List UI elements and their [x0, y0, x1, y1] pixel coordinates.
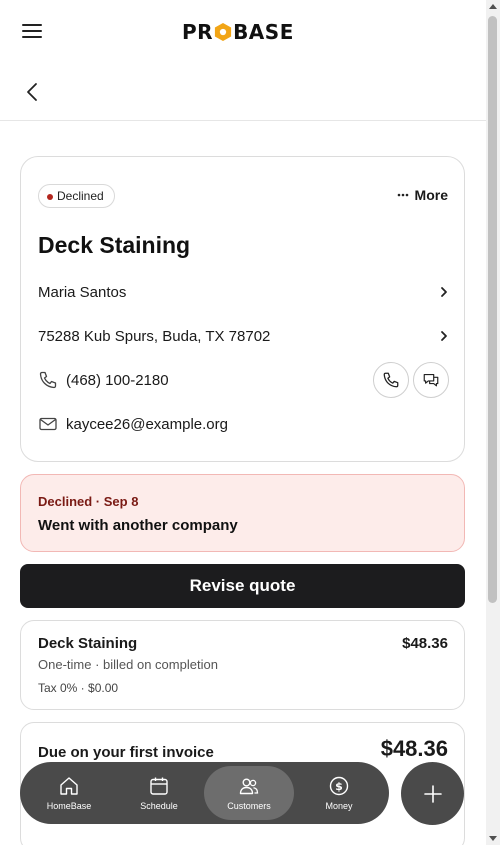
sub-header [0, 64, 486, 121]
nav-item-schedule[interactable]: Schedule [114, 766, 204, 820]
customer-name: Maria Santos [38, 283, 127, 301]
job-address: 75288 Kub Spurs, Buda, TX 78702 [38, 327, 271, 345]
plus-icon [423, 784, 442, 803]
phone-icon [383, 372, 399, 388]
logo-text-right: BASE [233, 20, 294, 44]
declined-notice: Declined · Sep 8 Went with another compa… [20, 474, 465, 552]
top-bar: PR BASE [0, 0, 486, 64]
bottom-nav: HomeBase Schedule Customers $ Money [20, 762, 389, 824]
add-fab-button[interactable] [401, 762, 464, 825]
svg-text:$: $ [335, 780, 343, 793]
users-icon [239, 778, 259, 795]
line-item-card[interactable]: Deck Staining $48.36 One-time · billed o… [20, 620, 465, 710]
menu-icon[interactable] [22, 24, 42, 40]
phone-number: (468) 100-2180 [66, 371, 169, 389]
chevron-right-icon [441, 331, 447, 341]
vertical-scrollbar[interactable] [486, 0, 500, 845]
status-badge: Declined [38, 184, 115, 208]
scroll-thumb[interactable] [488, 16, 497, 603]
nav-label: Customers [227, 801, 271, 811]
line-item-billing: One-time · billed on completion [38, 657, 218, 672]
phone-icon [39, 371, 57, 389]
nav-item-customers[interactable]: Customers [204, 766, 294, 820]
line-item-name: Deck Staining [38, 635, 138, 652]
nav-label: Schedule [140, 801, 178, 811]
job-detail-card: Declined More Deck Staining Maria Santos… [20, 156, 465, 462]
nav-item-money[interactable]: $ Money [294, 766, 384, 820]
scroll-up-arrow-icon[interactable] [489, 4, 497, 9]
more-label: More [414, 187, 448, 203]
scroll-down-arrow-icon[interactable] [489, 836, 497, 841]
back-chevron-icon[interactable] [22, 80, 44, 104]
declined-status-line: Declined · Sep 8 [38, 494, 139, 509]
email-address: kaycee26@example.org [66, 415, 228, 433]
call-button[interactable] [373, 362, 409, 398]
more-button[interactable]: More [397, 187, 448, 203]
ellipsis-icon [397, 193, 408, 197]
customer-name-row[interactable]: Maria Santos [38, 277, 449, 307]
revise-quote-button[interactable]: Revise quote [20, 564, 465, 608]
chat-bubbles-icon [423, 374, 439, 387]
home-icon [60, 777, 78, 795]
calendar-icon [150, 777, 168, 795]
nav-item-homebase[interactable]: HomeBase [24, 766, 114, 820]
email-row: kaycee26@example.org [38, 409, 449, 439]
probase-logo: PR BASE [182, 20, 294, 44]
due-amount: $48.36 [380, 736, 448, 761]
status-badge-label: Declined [57, 189, 104, 203]
mail-icon [39, 417, 57, 431]
dollar-icon: $ [329, 776, 349, 796]
chevron-right-icon [441, 287, 447, 297]
logo-text-left: PR [182, 20, 214, 44]
due-label: Due on your first invoice [38, 744, 214, 761]
message-button[interactable] [413, 362, 449, 398]
nav-label: HomeBase [46, 801, 92, 811]
address-row[interactable]: 75288 Kub Spurs, Buda, TX 78702 [38, 321, 449, 351]
status-dot [47, 194, 53, 200]
declined-reason: Went with another company [38, 517, 238, 534]
logo-hexagon-icon [214, 23, 232, 41]
line-item-price: $48.36 [402, 635, 448, 652]
line-item-tax: Tax 0% · $0.00 [38, 681, 119, 695]
nav-label: Money [325, 801, 353, 811]
job-title: Deck Staining [38, 232, 191, 258]
